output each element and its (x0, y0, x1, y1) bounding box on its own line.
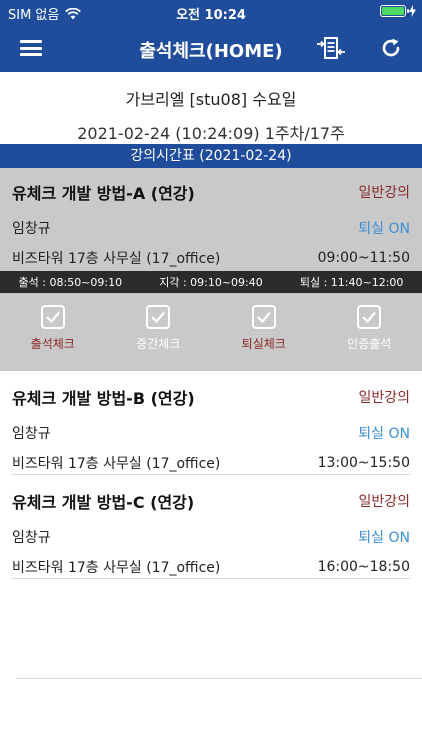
student-name-day: 가브리엘 [stu08] 수요일 (125, 90, 297, 109)
timetable-header: 강의시간표 (2021-02-24) (0, 144, 422, 168)
course-name: 유체크 개발 방법-C (연강) (12, 493, 195, 512)
leave-check-label: 퇴실체크 (241, 337, 286, 351)
attend-check-button[interactable]: 출석체크 (0, 294, 106, 371)
leave-status: 퇴실 ON (358, 530, 410, 546)
course-room: 비즈타워 17층 사무실 (17_office) (12, 251, 221, 267)
charging-bolt-icon (409, 5, 416, 17)
attend-time: 출석 : 08:50~09:10 (18, 276, 123, 289)
battery-icon (380, 5, 409, 17)
teacher-name: 임창규 (12, 426, 51, 442)
checkbox-icon (146, 305, 171, 329)
course-name: 유체크 개발 방법-B (연강) (12, 389, 195, 408)
list-refresh-button[interactable] (316, 34, 346, 62)
leave-status: 퇴실 ON (358, 426, 410, 442)
list-arrows-icon (317, 37, 345, 59)
course-time: 09:00~11:50 (317, 250, 410, 266)
refresh-icon (382, 38, 400, 57)
checkbox-icon (40, 305, 65, 329)
student-info: 가브리엘 [stu08] 수요일 2021-02-24 (10:24:09) 1… (0, 72, 422, 144)
course-card-c[interactable]: 유체크 개발 방법-C (연강) 일반강의 임창규 퇴실 ON 비즈타워 17층… (12, 475, 410, 579)
attendance-actions: 출석체크 중간체크 퇴실체크 인증출석 (0, 293, 422, 371)
teacher-name: 임창규 (12, 221, 51, 237)
course-type: 일반강의 (358, 494, 410, 510)
refresh-button[interactable] (376, 34, 406, 62)
status-time: 오전 10:24 (176, 8, 246, 23)
verified-attend-label: 인증출석 (347, 337, 392, 351)
verified-attend-button[interactable]: 인증출석 (317, 294, 422, 371)
course-name: 유체크 개발 방법-A (연강) (12, 184, 195, 203)
leave-check-button[interactable]: 퇴실체크 (211, 294, 317, 371)
course-room: 비즈타워 17층 사무실 (17_office) (12, 456, 221, 472)
page-title: 출석체크(HOME) (139, 41, 283, 62)
current-datetime-week: 2021-02-24 (10:24:09) 1주차/17주 (77, 124, 345, 143)
late-time: 지각 : 09:10~09:40 (159, 276, 263, 289)
teacher-name: 임창규 (12, 530, 51, 546)
course-type: 일반강의 (358, 390, 410, 406)
leave-status: 퇴실 ON (358, 221, 410, 237)
status-right (380, 5, 416, 17)
mid-check-button[interactable]: 중간체크 (106, 294, 212, 371)
course-card-a[interactable]: 유체크 개발 방법-A (연강) 일반강의 임창규 퇴실 ON 비즈타워 17층… (0, 168, 422, 271)
navbar: 출석체크(HOME) (0, 24, 422, 72)
checkbox-icon (357, 305, 382, 329)
course-room: 비즈타워 17층 사무실 (17_office) (12, 560, 221, 576)
course-time: 16:00~18:50 (317, 559, 410, 575)
course-card-b[interactable]: 유체크 개발 방법-B (연강) 일반강의 임창규 퇴실 ON 비즈타워 17층… (12, 371, 410, 475)
leave-time: 퇴실 : 11:40~12:00 (299, 276, 404, 289)
bottom-divider (16, 678, 422, 679)
attend-check-label: 출석체크 (30, 337, 75, 351)
mid-check-label: 중간체크 (136, 337, 181, 351)
check-times-bar: 출석 : 08:50~09:10 지각 : 09:10~09:40 퇴실 : 1… (0, 271, 422, 293)
course-type: 일반강의 (358, 185, 410, 201)
course-time: 13:00~15:50 (317, 455, 410, 471)
checkbox-icon (251, 305, 276, 329)
status-bar: SIM 없음 오전 10:24 (0, 0, 422, 24)
